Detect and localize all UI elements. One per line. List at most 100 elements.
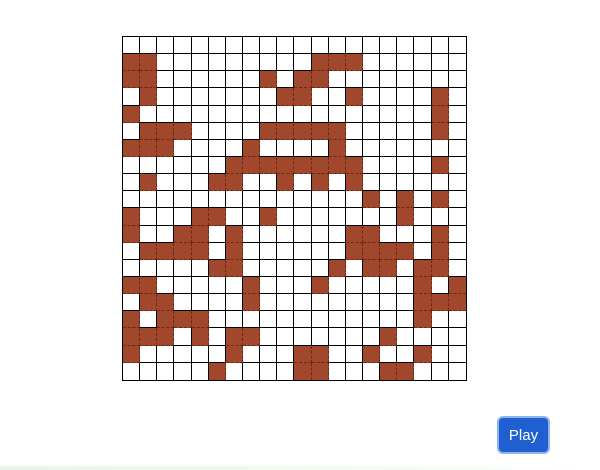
grid-cell[interactable] — [191, 139, 209, 157]
grid-cell[interactable] — [362, 294, 381, 312]
grid-cell[interactable] — [380, 174, 398, 192]
grid-cell[interactable] — [191, 191, 209, 209]
grid-cell[interactable] — [277, 105, 295, 123]
grid-cell-alive[interactable] — [397, 362, 415, 380]
grid-cell[interactable] — [123, 37, 141, 55]
grid-cell[interactable] — [208, 225, 226, 243]
grid-cell[interactable] — [208, 276, 226, 295]
grid-cell[interactable] — [448, 242, 466, 260]
grid-cell[interactable] — [191, 362, 209, 380]
grid-cell-alive[interactable] — [123, 345, 141, 363]
grid-cell-alive[interactable] — [157, 311, 175, 329]
grid-cell[interactable] — [431, 208, 449, 226]
grid-cell[interactable] — [328, 191, 346, 209]
grid-cell[interactable] — [414, 122, 432, 140]
grid-cell[interactable] — [157, 156, 175, 175]
grid-cell[interactable] — [362, 311, 381, 329]
grid-cell[interactable] — [208, 345, 226, 363]
grid-cell-alive[interactable] — [380, 362, 398, 380]
grid-cell[interactable] — [311, 37, 329, 55]
grid-cell-alive[interactable] — [431, 294, 449, 312]
grid-cell[interactable] — [414, 225, 432, 243]
grid-cell-alive[interactable] — [191, 225, 209, 243]
grid-cell[interactable] — [260, 139, 278, 157]
grid-cell[interactable] — [260, 259, 278, 277]
grid-cell[interactable] — [277, 242, 295, 260]
grid-cell-alive[interactable] — [431, 88, 449, 106]
grid-cell[interactable] — [260, 225, 278, 243]
grid-cell-alive[interactable] — [380, 328, 398, 346]
grid-cell[interactable] — [328, 105, 346, 123]
grid-cell[interactable] — [414, 71, 432, 89]
grid-cell[interactable] — [380, 105, 398, 123]
grid-cell-alive[interactable] — [140, 174, 158, 192]
grid-cell[interactable] — [397, 156, 415, 175]
grid-cell[interactable] — [208, 156, 226, 175]
grid-cell-alive[interactable] — [397, 208, 415, 226]
grid-cell[interactable] — [208, 105, 226, 123]
grid-cell-alive[interactable] — [174, 242, 192, 260]
grid-cell[interactable] — [397, 225, 415, 243]
grid-cell[interactable] — [397, 174, 415, 192]
grid-cell[interactable] — [174, 139, 192, 157]
grid-cell[interactable] — [448, 105, 466, 123]
grid-cell-alive[interactable] — [208, 362, 226, 380]
grid-cell[interactable] — [397, 105, 415, 123]
grid-cell-alive[interactable] — [311, 122, 329, 140]
grid-cell-alive[interactable] — [225, 328, 243, 346]
grid-cell[interactable] — [311, 191, 329, 209]
grid-cell-alive[interactable] — [294, 88, 312, 106]
grid-cell[interactable] — [242, 362, 261, 380]
grid-cell[interactable] — [362, 71, 381, 89]
grid-cell-alive[interactable] — [431, 191, 449, 209]
grid-cell[interactable] — [345, 208, 363, 226]
grid-cell[interactable] — [157, 37, 175, 55]
grid-cell[interactable] — [414, 328, 432, 346]
grid-cell-alive[interactable] — [225, 259, 243, 277]
grid-cell[interactable] — [191, 122, 209, 140]
grid-cell[interactable] — [448, 191, 466, 209]
grid-cell-alive[interactable] — [123, 328, 141, 346]
grid-cell[interactable] — [208, 54, 226, 72]
grid-cell[interactable] — [380, 191, 398, 209]
grid-cell-alive[interactable] — [311, 156, 329, 175]
grid-cell-alive[interactable] — [140, 294, 158, 312]
grid-cell[interactable] — [328, 174, 346, 192]
grid-cell-alive[interactable] — [174, 311, 192, 329]
grid-cell[interactable] — [242, 105, 261, 123]
grid-cell-alive[interactable] — [311, 174, 329, 192]
grid-cell[interactable] — [414, 174, 432, 192]
grid-cell[interactable] — [431, 174, 449, 192]
grid-cell[interactable] — [174, 156, 192, 175]
grid-cell[interactable] — [362, 54, 381, 72]
grid-cell[interactable] — [414, 88, 432, 106]
grid-cell[interactable] — [242, 88, 261, 106]
grid-cell[interactable] — [380, 345, 398, 363]
grid-cell[interactable] — [448, 88, 466, 106]
grid-cell[interactable] — [448, 139, 466, 157]
grid-cell[interactable] — [260, 191, 278, 209]
grid-cell[interactable] — [174, 328, 192, 346]
grid-cell[interactable] — [191, 294, 209, 312]
grid-cell-alive[interactable] — [157, 242, 175, 260]
grid-cell-alive[interactable] — [225, 242, 243, 260]
grid-cell[interactable] — [260, 345, 278, 363]
grid-cell[interactable] — [208, 242, 226, 260]
grid-cell[interactable] — [311, 88, 329, 106]
grid-cell[interactable] — [277, 362, 295, 380]
grid-cell[interactable] — [345, 328, 363, 346]
grid-cell-alive[interactable] — [225, 174, 243, 192]
grid-cell[interactable] — [328, 88, 346, 106]
grid-cell[interactable] — [397, 294, 415, 312]
grid-cell-alive[interactable] — [414, 345, 432, 363]
grid-cell[interactable] — [277, 345, 295, 363]
grid-cell[interactable] — [294, 139, 312, 157]
grid-cell[interactable] — [311, 105, 329, 123]
grid-cell[interactable] — [380, 225, 398, 243]
grid-cell[interactable] — [311, 225, 329, 243]
grid-cell[interactable] — [345, 191, 363, 209]
grid-cell[interactable] — [397, 139, 415, 157]
grid-cell[interactable] — [345, 122, 363, 140]
grid-cell[interactable] — [242, 259, 261, 277]
grid-cell[interactable] — [328, 71, 346, 89]
